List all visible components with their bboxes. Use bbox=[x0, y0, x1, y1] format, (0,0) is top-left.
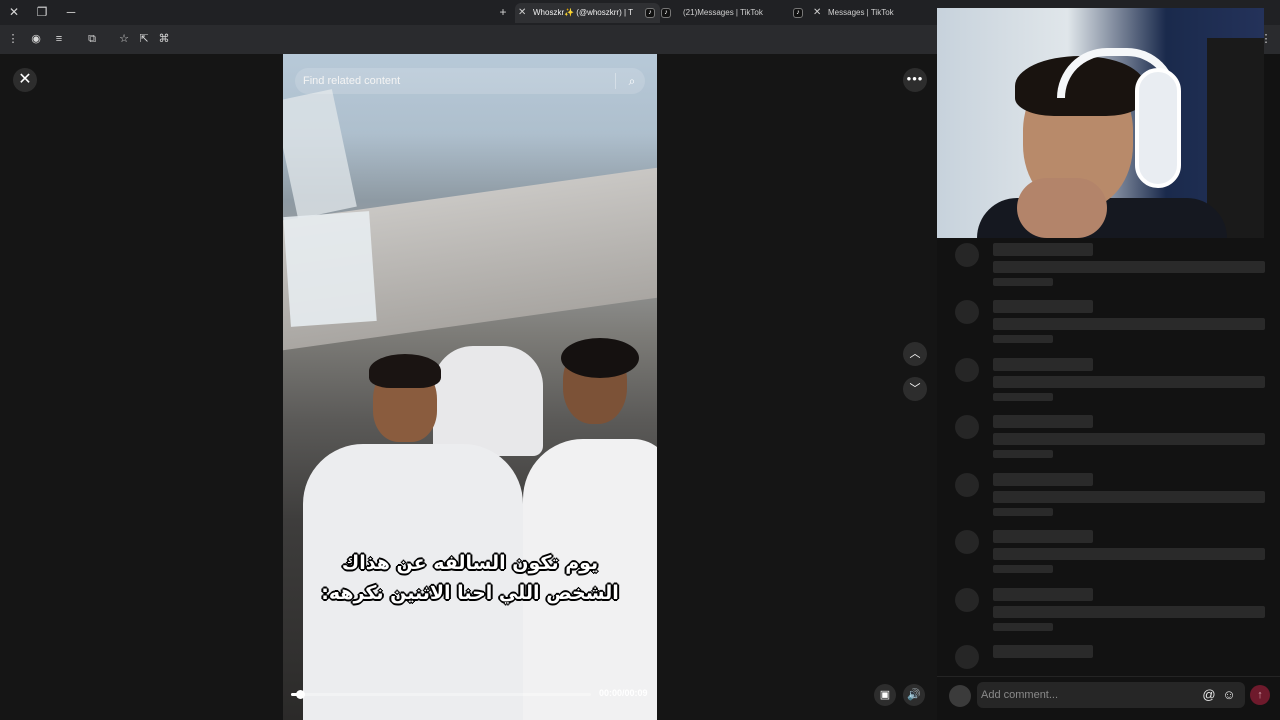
share-icon[interactable]: ⇱ bbox=[136, 31, 152, 47]
tab-messages[interactable]: ✕ Messages | TikTok bbox=[810, 3, 934, 23]
video-caption: يوم تكون السالفه عن هذاك الشخص اللي احنا… bbox=[283, 548, 657, 608]
send-icon[interactable]: ↑ bbox=[1250, 685, 1270, 705]
volume-icon[interactable]: 🔊 bbox=[903, 684, 925, 706]
tab-close-icon[interactable]: ✕ bbox=[813, 3, 821, 23]
search-bar[interactable]: Find related content ⌕ bbox=[295, 68, 645, 94]
miniplayer-icon[interactable]: ▣ bbox=[874, 684, 896, 706]
price-sticker-image bbox=[283, 211, 377, 327]
extensions-icon[interactable]: ⧉ bbox=[84, 31, 100, 47]
tab-whoszkr[interactable]: ✕ Whoszkr✨ (@whoszkrr) | T ♪ bbox=[515, 3, 660, 23]
caption-line-2: الشخص اللي احنا الاثنين نكرهه: bbox=[321, 582, 619, 604]
comment-bar: @ ☺ ↑ bbox=[937, 676, 1280, 716]
tab-search-icon[interactable]: ≡ bbox=[51, 31, 67, 47]
profile-icon[interactable]: ◉ bbox=[28, 31, 44, 47]
tiktok-icon: ♪ bbox=[645, 8, 655, 18]
webcam-overlay bbox=[937, 8, 1264, 238]
person-left-image bbox=[303, 354, 523, 720]
window-restore-icon[interactable]: ❐ bbox=[33, 4, 51, 21]
caption-line-1: يوم تكون السالفه عن هذاك bbox=[341, 552, 599, 574]
tab-label: (21)Messages | TikTok bbox=[683, 8, 763, 17]
chevron-down-icon[interactable]: ﹀ bbox=[903, 377, 927, 401]
tab-close-icon[interactable]: ✕ bbox=[518, 3, 526, 23]
more-icon[interactable]: ••• bbox=[903, 68, 927, 92]
search-divider bbox=[615, 73, 616, 89]
close-icon[interactable]: ✕ bbox=[13, 68, 37, 92]
translate-icon[interactable]: ⌘ bbox=[156, 31, 172, 47]
tab-label: Messages | TikTok bbox=[828, 8, 894, 17]
search-placeholder[interactable]: Find related content bbox=[303, 68, 400, 94]
tab-messages-21[interactable]: Whoszkr✨ (@whoszkrr) | T ♪ (21)Messages … bbox=[661, 3, 809, 23]
window-sticker-image bbox=[283, 89, 357, 219]
emoji-icon[interactable]: ☺ bbox=[1221, 687, 1237, 703]
progress-bar[interactable] bbox=[291, 690, 591, 699]
progress-knob[interactable] bbox=[296, 690, 305, 699]
avatar bbox=[949, 685, 971, 707]
new-tab-icon[interactable]: + bbox=[494, 4, 512, 21]
video-viewer: ✕ Find related content ⌕ يوم تكون السالف… bbox=[0, 54, 937, 720]
person-right-image bbox=[523, 338, 657, 720]
tiktok-icon: ♪ bbox=[661, 8, 671, 18]
mention-icon[interactable]: @ bbox=[1201, 687, 1217, 703]
chevron-up-icon[interactable]: ︿ bbox=[903, 342, 927, 366]
time-display: 00:00/00:09 bbox=[599, 688, 648, 698]
window-minimize-icon[interactable]: ─ bbox=[62, 4, 80, 21]
search-icon[interactable]: ⌕ bbox=[623, 72, 641, 90]
bookmark-star-icon[interactable]: ☆ bbox=[116, 31, 132, 47]
menu-kebab-icon[interactable]: ⋮ bbox=[5, 31, 21, 47]
video-player[interactable]: Find related content ⌕ يوم تكون السالفه … bbox=[283, 54, 657, 720]
tab-label: Whoszkr✨ (@whoszkrr) | T bbox=[533, 8, 634, 17]
tiktok-icon: ♪ bbox=[793, 8, 803, 18]
window-close-icon[interactable]: ✕ bbox=[5, 4, 23, 21]
